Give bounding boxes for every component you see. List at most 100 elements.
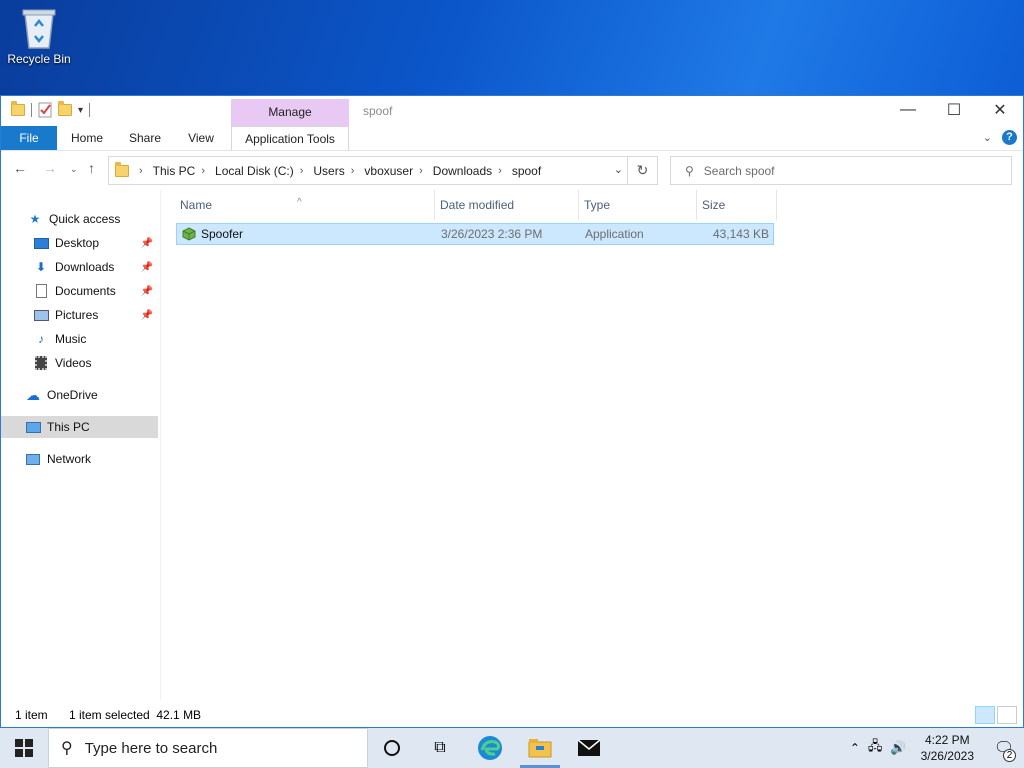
- recycle-bin-desktop-icon[interactable]: Recycle Bin: [4, 6, 74, 76]
- file-explorer-window: ▾ Manage spoof — ☐ ✕ File Home Share Vie…: [0, 95, 1024, 728]
- volume-icon[interactable]: 🔊: [890, 740, 906, 756]
- network-icon: [25, 452, 41, 466]
- sidebar-item-downloads[interactable]: ⬇ Downloads 📌: [33, 256, 157, 278]
- column-header-size[interactable]: Size: [697, 190, 777, 220]
- navigation-bar: ← → ⌄ ↑ › This PC › Local Disk (C:) › Us…: [1, 152, 1023, 188]
- breadcrumb-this-pc[interactable]: This PC: [153, 164, 196, 178]
- file-list: Name ^ Date modified Type Size Spoofer 3…: [175, 190, 1024, 700]
- sidebar-item-quick-access[interactable]: ★ Quick access: [27, 208, 157, 230]
- search-placeholder: Search spoof: [703, 163, 775, 178]
- address-bar[interactable]: › This PC › Local Disk (C:) › Users › vb…: [108, 156, 658, 185]
- new-folder-icon[interactable]: [58, 101, 72, 116]
- clock[interactable]: 4:22 PM 3/26/2023: [921, 732, 974, 764]
- selection-info: 1 item selected 42.1 MB: [69, 708, 202, 722]
- computer-icon: [25, 420, 41, 434]
- folder-icon: [115, 161, 129, 177]
- clock-time: 4:22 PM: [924, 733, 970, 747]
- tab-application-tools[interactable]: Application Tools: [231, 126, 349, 150]
- breadcrumb-spoof[interactable]: spoof: [512, 164, 541, 178]
- taskbar: ⚲ Type here to search ⧉ ⌃ 🖧 🔊 4:22 PM 3/…: [0, 728, 1024, 768]
- sidebar-item-label: Documents: [55, 284, 116, 298]
- divider: [89, 103, 91, 117]
- close-button[interactable]: ✕: [977, 96, 1023, 124]
- file-type: Application: [585, 227, 644, 241]
- sidebar-item-label: Pictures: [55, 308, 99, 322]
- breadcrumb-vboxuser[interactable]: vboxuser: [364, 164, 413, 178]
- sidebar-item-documents[interactable]: Documents 📌: [33, 280, 157, 302]
- task-view-button[interactable]: ⧉: [416, 728, 464, 768]
- download-arrow-icon: ⬇: [35, 260, 47, 274]
- pictures-icon: [33, 308, 49, 322]
- column-header-label: Name: [180, 198, 213, 212]
- recent-locations-icon[interactable]: ⌄: [70, 164, 78, 175]
- sidebar-item-onedrive[interactable]: ☁ OneDrive: [25, 384, 157, 406]
- music-note-icon: ♪: [38, 332, 44, 346]
- pin-icon: 📌: [140, 309, 153, 321]
- show-hidden-icons-icon[interactable]: ⌃: [850, 741, 860, 755]
- tab-home[interactable]: Home: [59, 126, 115, 150]
- network-status-icon[interactable]: 🖧: [868, 737, 883, 759]
- chevron-right-icon[interactable]: ›: [201, 165, 205, 177]
- sidebar-item-pictures[interactable]: Pictures 📌: [33, 304, 157, 326]
- star-icon: ★: [29, 212, 41, 226]
- chevron-right-icon[interactable]: ›: [139, 165, 143, 177]
- sidebar-item-this-pc[interactable]: This PC: [1, 416, 158, 438]
- breadcrumb-users[interactable]: Users: [313, 164, 344, 178]
- breadcrumb-downloads[interactable]: Downloads: [433, 164, 492, 178]
- status-bar: 1 item 1 item selected 42.1 MB: [1, 703, 1023, 727]
- sidebar-item-music[interactable]: ♪ Music: [33, 328, 157, 350]
- pin-icon: 📌: [140, 237, 153, 249]
- sidebar-item-label: Network: [47, 452, 92, 466]
- sidebar-item-label: Videos: [55, 356, 92, 370]
- recycle-bin-label: Recycle Bin: [7, 52, 71, 66]
- search-icon: ⚲: [685, 163, 694, 178]
- search-input[interactable]: ⚲ Search spoof: [670, 156, 1012, 185]
- sidebar-item-network[interactable]: Network: [25, 448, 157, 470]
- tab-view[interactable]: View: [177, 126, 225, 150]
- window-controls: — ☐ ✕: [885, 96, 1023, 124]
- properties-icon[interactable]: [38, 102, 52, 118]
- column-header-type[interactable]: Type: [579, 190, 697, 220]
- up-button[interactable]: ↑: [88, 160, 95, 176]
- chevron-right-icon[interactable]: ›: [498, 165, 502, 177]
- table-row[interactable]: Spoofer 3/26/2023 2:36 PM Application 43…: [176, 223, 774, 245]
- tab-share[interactable]: Share: [119, 126, 171, 150]
- maximize-button[interactable]: ☐: [931, 96, 977, 124]
- chevron-right-icon[interactable]: ›: [419, 165, 423, 177]
- sidebar-item-label: OneDrive: [47, 388, 98, 402]
- chevron-right-icon[interactable]: ›: [351, 165, 355, 177]
- column-header-name[interactable]: Name ^: [175, 190, 435, 220]
- minimize-button[interactable]: —: [885, 96, 931, 124]
- back-button[interactable]: ←: [13, 160, 27, 176]
- breadcrumb-local-disk[interactable]: Local Disk (C:): [215, 164, 294, 178]
- system-tray: ⌃ 🖧 🔊 4:22 PM 3/26/2023 🗨 2: [850, 728, 1024, 768]
- search-icon: ⚲: [61, 740, 73, 757]
- taskbar-search-box[interactable]: ⚲ Type here to search: [48, 728, 368, 768]
- taskbar-mail[interactable]: [565, 728, 613, 768]
- expand-ribbon-icon[interactable]: ⌄: [983, 131, 992, 144]
- chevron-right-icon[interactable]: ›: [300, 165, 304, 177]
- taskbar-search-placeholder: Type here to search: [84, 739, 218, 757]
- start-button[interactable]: [0, 728, 48, 768]
- taskbar-edge[interactable]: [466, 728, 514, 768]
- forward-button[interactable]: →: [43, 160, 57, 176]
- windows-logo-icon: [15, 739, 33, 757]
- tab-manage[interactable]: Manage: [231, 99, 349, 126]
- refresh-button[interactable]: ↻: [627, 157, 657, 184]
- address-dropdown-icon[interactable]: ⌄: [614, 163, 623, 176]
- ribbon-tabs: File Home Share View Application Tools ⌄…: [1, 126, 1023, 151]
- customize-quick-access-icon[interactable]: ▾: [78, 105, 83, 116]
- action-center-button[interactable]: 🗨 2: [984, 728, 1024, 768]
- sidebar-item-videos[interactable]: Videos: [33, 352, 157, 374]
- column-header-date[interactable]: Date modified: [435, 190, 579, 220]
- taskbar-file-explorer[interactable]: [516, 728, 564, 768]
- tab-file[interactable]: File: [1, 126, 57, 150]
- notification-count-badge: 2: [1003, 749, 1016, 762]
- cortana-button[interactable]: [368, 728, 416, 768]
- sidebar-item-desktop[interactable]: Desktop 📌: [33, 232, 157, 254]
- large-icons-view-button[interactable]: [997, 706, 1017, 724]
- file-explorer-icon: [528, 739, 552, 758]
- help-icon[interactable]: ?: [1002, 130, 1017, 145]
- details-view-button[interactable]: [975, 706, 995, 724]
- sidebar-item-label: Music: [55, 332, 87, 346]
